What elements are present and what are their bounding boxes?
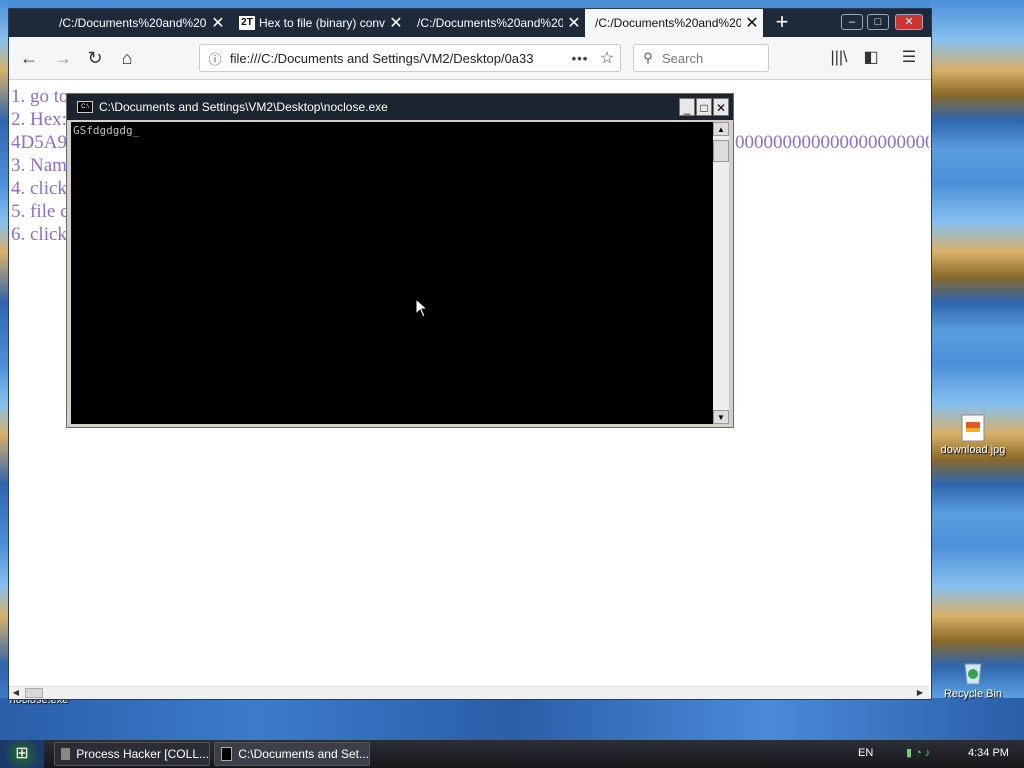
clock[interactable]: 4:34 PM xyxy=(968,747,1009,759)
bookmark-star-icon[interactable]: ☆ xyxy=(594,48,620,68)
tab-title: /C:/Documents%20and%20S xyxy=(59,16,207,30)
maximize-button[interactable]: □ xyxy=(867,14,889,30)
close-icon[interactable]: ✕ xyxy=(385,13,407,33)
horizontal-scrollbar[interactable]: ◀ ▶ xyxy=(9,686,929,699)
tab-hex-to-file[interactable]: 2T Hex to file (binary) conv ✕ xyxy=(229,9,407,37)
tab-title: /C:/Documents%20and%20S xyxy=(417,16,563,30)
search-placeholder: Search xyxy=(662,50,704,66)
scroll-right-icon[interactable]: ▶ xyxy=(913,687,927,699)
recycle-bin-icon xyxy=(961,658,985,686)
hex-start: 4D5A9 xyxy=(11,132,67,153)
scroll-left-icon[interactable]: ◀ xyxy=(9,687,23,699)
url-text[interactable]: file:///C:/Documents and Settings/VM2/De… xyxy=(230,51,566,66)
close-window-button[interactable]: ✕ xyxy=(895,14,923,30)
desktop-icon-label: Recycle Bin xyxy=(943,688,1003,700)
step-4: 4. click xyxy=(11,178,67,199)
step-5: 5. file c xyxy=(11,201,69,222)
taskbar-item-process-hacker[interactable]: Process Hacker [COLL... xyxy=(54,742,210,766)
library-icon[interactable]: |||\ xyxy=(827,47,851,69)
desktop-icon-download-jpg[interactable]: download.jpg xyxy=(928,414,1018,456)
mouse-cursor-icon xyxy=(415,298,429,318)
taskbar: ⊞ Process Hacker [COLL... C:\Documents a… xyxy=(0,740,1024,768)
step-3: 3. Nam xyxy=(11,155,67,176)
url-bar[interactable]: ⓘ file:///C:/Documents and Settings/VM2/… xyxy=(199,44,621,72)
console-maximize-button[interactable]: □ xyxy=(696,98,712,116)
console-close-button[interactable]: ✕ xyxy=(713,98,729,116)
sidebar-icon[interactable]: ◧ xyxy=(859,47,883,69)
console-icon: C:\ xyxy=(77,101,93,113)
scroll-down-icon[interactable]: ▼ xyxy=(713,410,729,424)
step-2: 2. Hex: xyxy=(11,109,67,130)
windows-logo-icon: ⊞ xyxy=(15,745,29,762)
desktop-icon-recycle-bin[interactable]: Recycle Bin xyxy=(928,658,1018,700)
search-icon: ⚲ xyxy=(643,50,653,65)
back-arrow-icon[interactable]: ← xyxy=(15,45,43,71)
taskbar-item-label: Process Hacker [COLL... xyxy=(76,747,209,761)
close-icon[interactable]: ✕ xyxy=(741,13,763,33)
minimize-button[interactable]: – xyxy=(841,14,863,30)
language-indicator[interactable]: EN xyxy=(858,747,873,759)
image-file-icon xyxy=(961,414,985,442)
info-icon[interactable]: ⓘ xyxy=(200,49,230,68)
favicon-icon: 2T xyxy=(239,16,255,30)
tab-bar: /C:/Documents%20and%20S ✕ 2T Hex to file… xyxy=(9,9,931,37)
scroll-thumb[interactable] xyxy=(25,688,43,698)
start-button[interactable]: ⊞ xyxy=(0,740,44,768)
desktop-icon-label: download.jpg xyxy=(940,444,1006,456)
home-icon[interactable]: ⌂ xyxy=(113,45,141,71)
console-minimize-button[interactable]: _ xyxy=(679,98,695,116)
tab-documents-1[interactable]: /C:/Documents%20and%20S ✕ xyxy=(49,9,229,37)
console-icon xyxy=(221,747,233,761)
console-output[interactable]: GSfdgdgdg_ xyxy=(71,122,713,424)
new-tab-button[interactable]: + xyxy=(769,9,795,37)
console-titlebar[interactable]: C:\ C:\Documents and Settings\VM2\Deskto… xyxy=(67,94,733,120)
forward-arrow-icon[interactable]: → xyxy=(49,45,77,71)
navigation-toolbar: ← → ↻ ⌂ ⓘ file:///C:/Documents and Setti… xyxy=(9,37,931,80)
scroll-up-icon[interactable]: ▲ xyxy=(713,122,729,136)
step-6: 6. click xyxy=(11,224,67,245)
tab-title: /C:/Documents%20and%20S xyxy=(595,16,741,30)
reload-icon[interactable]: ↻ xyxy=(81,45,109,71)
process-hacker-icon xyxy=(61,748,71,760)
close-icon[interactable]: ✕ xyxy=(563,13,585,33)
tray-icons[interactable]: ▮ ◔ ♪ xyxy=(906,746,930,759)
close-icon[interactable]: ✕ xyxy=(207,13,229,33)
desktop-wallpaper-bottom xyxy=(0,698,1024,740)
tab-documents-2[interactable]: /C:/Documents%20and%20S ✕ xyxy=(407,9,585,37)
taskbar-item-label: C:\Documents and Set... xyxy=(238,747,369,761)
hex-end: 0000000000000000000000 xyxy=(735,132,929,153)
desktop-wallpaper xyxy=(930,0,1024,740)
console-text: GSfdgdgdg_ xyxy=(73,124,140,137)
menu-icon[interactable]: ☰ xyxy=(897,47,921,69)
console-scroll-thumb[interactable] xyxy=(713,140,729,162)
more-actions-icon[interactable]: ••• xyxy=(566,51,594,66)
step-1: 1. go to xyxy=(11,86,69,107)
console-window: C:\ C:\Documents and Settings\VM2\Deskto… xyxy=(66,93,734,428)
taskbar-item-console[interactable]: C:\Documents and Set... xyxy=(214,742,370,766)
search-input[interactable]: ⚲ Search xyxy=(633,44,769,72)
tab-documents-active[interactable]: /C:/Documents%20and%20S ✕ xyxy=(585,9,763,37)
console-title: C:\Documents and Settings\VM2\Desktop\no… xyxy=(99,100,388,114)
tab-title: Hex to file (binary) conv xyxy=(259,16,385,30)
console-vertical-scrollbar[interactable]: ▲ ▼ xyxy=(713,122,729,424)
desktop-background xyxy=(0,0,8,740)
